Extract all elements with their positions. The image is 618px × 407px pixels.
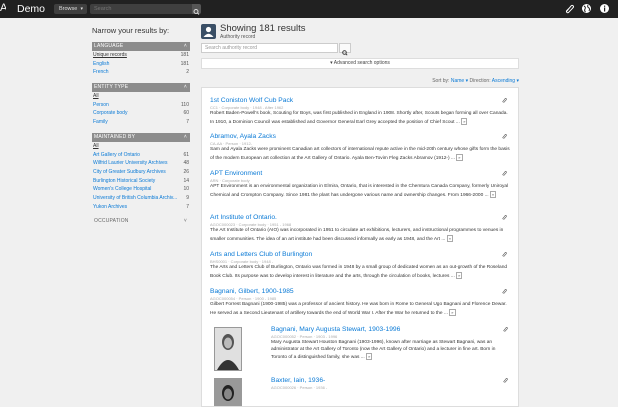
result-description: The Art Institute of Ontario (AIO) was i…: [210, 228, 504, 242]
result-item: APT Environment ARN · Corporate body APT…: [210, 170, 510, 199]
facet-item[interactable]: All: [92, 142, 190, 151]
authority-search-button[interactable]: [339, 43, 351, 56]
facet-header-entity-type[interactable]: ENTITY TYPE ˄: [92, 83, 190, 93]
result-title-link[interactable]: Baxter, Iain, 1936-: [271, 377, 511, 385]
facet-item[interactable]: Women's College Hospital 10: [92, 185, 190, 194]
facet-language: LANGUAGE ˄ Unique records 181 English 181 F…: [92, 42, 190, 77]
sidebar-title: Narrow your results by:: [92, 26, 170, 35]
paperclip-icon[interactable]: [501, 133, 507, 140]
facet-item[interactable]: Person 110: [92, 101, 190, 110]
facet-sidebar: Narrow your results by: LANGUAGE ˄ Unique…: [92, 26, 190, 232]
result-title-link[interactable]: Bagnani, Gilbert, 1900-1985: [210, 288, 510, 296]
authority-record-icon: [201, 24, 216, 39]
portrait-image: [215, 328, 241, 370]
sort-bar: Sort by: Name ▾ Direction: Ascending ▾: [432, 78, 519, 84]
info-icon[interactable]: [599, 3, 610, 14]
read-more-button[interactable]: »: [449, 308, 456, 316]
read-more-button[interactable]: »: [366, 353, 373, 361]
facet-item[interactable]: French 2: [92, 68, 190, 77]
result-item: Abramov, Ayala Zacks CA-AA · Person · 19…: [210, 133, 510, 162]
facet-header-language[interactable]: LANGUAGE ˄: [92, 42, 190, 51]
search-icon: [342, 50, 348, 56]
result-description: Robert Baden-Powell's book, Scouting for…: [210, 111, 508, 125]
main-content: Showing 181 results Authority record Sea…: [201, 22, 519, 407]
sort-by-select[interactable]: Name ▾: [451, 78, 468, 84]
result-description: APT Environment is an environmental orga…: [210, 184, 509, 198]
facet-item[interactable]: English 181: [92, 60, 190, 69]
result-thumbnail[interactable]: [214, 327, 242, 371]
result-description: Sam and Ayala Zacks were prominent Canad…: [210, 147, 510, 161]
read-more-button[interactable]: »: [461, 117, 468, 125]
results-count-title: Showing 181 results: [220, 23, 306, 34]
facet-entity-type: ENTITY TYPE ˄ All Person 110 Corporate bod…: [92, 83, 190, 127]
chevron-up-icon: ˄: [183, 133, 187, 140]
facet-occupation: OCCUPATION ˅: [92, 217, 190, 226]
paperclip-icon[interactable]: [502, 326, 508, 333]
results-list: 1st Coniston Wolf Cub Pack CC1 · Corpora…: [201, 87, 519, 407]
result-title-link[interactable]: Abramov, Ayala Zacks: [210, 133, 510, 141]
paperclip-icon[interactable]: [501, 288, 507, 295]
portrait-image: [215, 379, 241, 406]
result-title-link[interactable]: Art Institute of Ontario.: [210, 214, 510, 222]
facet-item[interactable]: Burlington Historical Society 14: [92, 177, 190, 186]
facet-item[interactable]: Family 7: [92, 118, 190, 127]
site-logo[interactable]: A: [0, 2, 6, 15]
result-description: Gilbert Forrest Bagnani (1900-1985) was …: [210, 302, 507, 316]
results-header: Showing 181 results Authority record: [201, 22, 519, 42]
search-icon: [193, 9, 200, 15]
facet-item[interactable]: University of British Columbia Archiv...…: [92, 194, 190, 203]
language-globe-icon[interactable]: [581, 3, 592, 14]
advanced-search-toggle[interactable]: ▾ Advanced search options: [201, 58, 519, 69]
clipboard-icon[interactable]: [564, 3, 575, 14]
read-more-button[interactable]: »: [456, 271, 463, 279]
facet-header-occupation[interactable]: OCCUPATION ˅: [92, 217, 190, 226]
read-more-button[interactable]: »: [446, 234, 453, 242]
paperclip-icon[interactable]: [501, 214, 507, 221]
result-item: 1st Coniston Wolf Cub Pack CC1 · Corpora…: [210, 97, 510, 126]
chevron-down-icon: ▾: [80, 6, 83, 12]
sort-direction-select[interactable]: Ascending ▾: [492, 78, 519, 84]
global-search-button[interactable]: [192, 4, 201, 15]
facet-item[interactable]: Wilfrid Laurier University Archives 48: [92, 159, 190, 168]
paperclip-icon[interactable]: [501, 97, 507, 104]
global-search-input[interactable]: [90, 4, 192, 14]
facet-maintained-by: MAINTAINED BY ˄ All Art Gallery of Ontari…: [92, 132, 190, 212]
browse-label: Browse: [59, 6, 78, 12]
facet-item[interactable]: Art Gallery of Ontario 61: [92, 151, 190, 160]
paperclip-icon[interactable]: [501, 170, 507, 177]
result-description: Mary Augusta Stewart Houston Bagnani (19…: [271, 340, 496, 361]
facet-item[interactable]: City of Greater Sudbury Archives 26: [92, 168, 190, 177]
facet-item[interactable]: Unique records 181: [92, 51, 190, 60]
result-item: Arts and Letters Club of Burlington BHS0…: [210, 251, 510, 280]
paperclip-icon[interactable]: [502, 377, 508, 384]
browse-menu-button[interactable]: Browse ▾: [54, 4, 87, 14]
result-item: Bagnani, Gilbert, 1900-1985 AGOC000054 ·…: [210, 288, 510, 317]
chevron-down-icon: ˅: [183, 218, 187, 225]
read-more-button[interactable]: »: [456, 153, 463, 161]
result-title-link[interactable]: Bagnani, Mary Augusta Stewart, 1903-1996: [271, 326, 511, 334]
authority-search-input[interactable]: Search authority record: [201, 43, 338, 53]
result-title-link[interactable]: 1st Coniston Wolf Cub Pack: [210, 97, 510, 105]
person-icon: [203, 26, 214, 37]
result-meta: AGOC000026 · Person · 1936 -: [271, 385, 328, 390]
top-navbar: A Demo Browse ▾: [0, 0, 618, 18]
paperclip-icon[interactable]: [501, 251, 507, 258]
chevron-up-icon: ˄: [183, 43, 187, 49]
result-thumbnail[interactable]: [214, 378, 242, 406]
result-item: Bagnani, Mary Augusta Stewart, 1903-1996…: [271, 326, 511, 362]
result-title-link[interactable]: Arts and Letters Club of Burlington: [210, 251, 510, 259]
facet-header-maintained-by[interactable]: MAINTAINED BY ˄: [92, 132, 190, 142]
result-item: Art Institute of Ontario. AGOC000023 · C…: [210, 214, 510, 243]
results-subtitle: Authority record: [220, 34, 256, 40]
result-title-link[interactable]: APT Environment: [210, 170, 510, 178]
facet-item[interactable]: Yukon Archives 7: [92, 203, 190, 212]
site-name[interactable]: Demo: [17, 1, 45, 17]
chevron-up-icon: ˄: [183, 84, 187, 91]
result-description: The Arts and Letters Club of Burlington,…: [210, 265, 508, 279]
facet-item[interactable]: Corporate body 60: [92, 109, 190, 118]
read-more-button[interactable]: »: [489, 190, 497, 198]
facet-item[interactable]: All: [92, 92, 190, 101]
result-item: Baxter, Iain, 1936- AGOC000026 · Person …: [271, 377, 511, 391]
